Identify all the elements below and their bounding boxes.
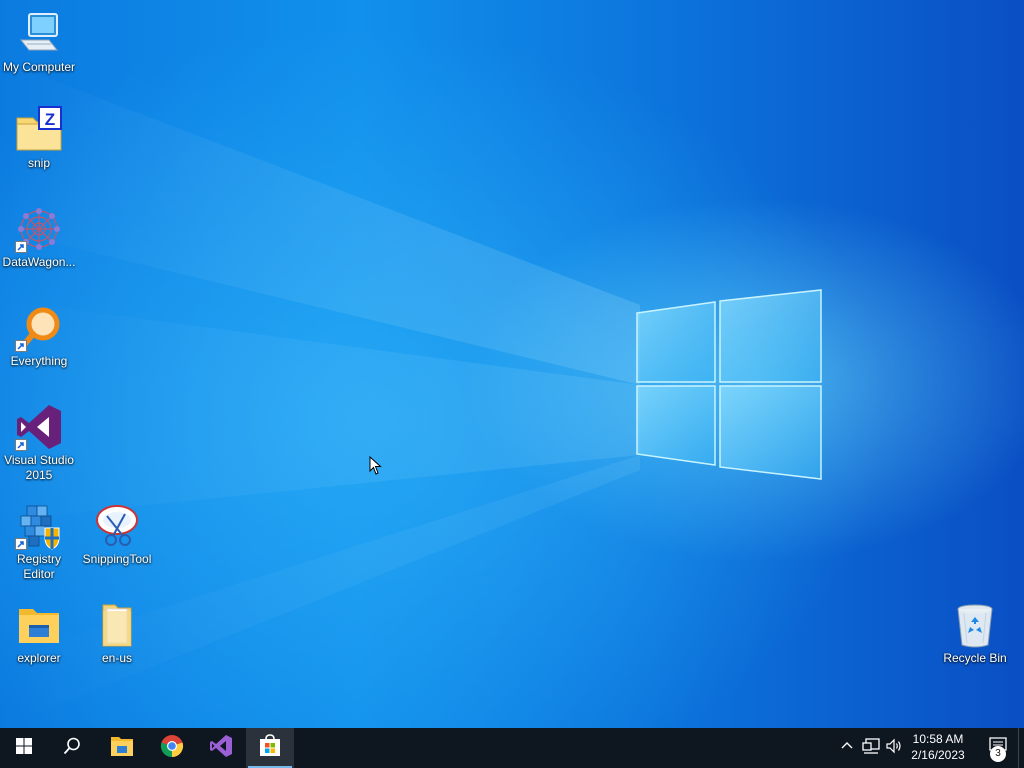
desktop-icon-label: explorer <box>17 651 61 665</box>
chrome-icon <box>160 734 184 763</box>
computer-icon <box>15 10 63 58</box>
snipping-tool-icon <box>93 502 141 550</box>
chevron-up-icon <box>840 739 854 758</box>
taskbar-file-explorer[interactable] <box>98 728 146 768</box>
svg-text:Z: Z <box>45 110 55 129</box>
registry-editor-icon <box>15 502 63 550</box>
taskbar-chrome[interactable] <box>148 728 196 768</box>
volume-tray-button[interactable] <box>885 738 903 759</box>
desktop[interactable]: My Computer Z snip DataWagon... Everythi… <box>0 0 1024 728</box>
desktop-icon-label: Visual Studio 2015 <box>4 453 74 482</box>
desktop-icon-registry-editor[interactable]: Registry Editor <box>0 502 78 582</box>
microsoft-store-icon <box>258 733 282 763</box>
folder-document-icon <box>93 601 141 649</box>
desktop-icon-label: Registry Editor <box>16 552 61 581</box>
clock-date: 2/16/2023 <box>911 748 965 762</box>
desktop-icon-snip[interactable]: Z snip <box>0 106 78 171</box>
desktop-icon-recycle-bin[interactable]: Recycle Bin <box>936 601 1014 666</box>
shortcut-arrow-icon <box>15 340 27 352</box>
visual-studio-icon <box>209 734 233 763</box>
mouse-cursor-icon <box>369 456 382 475</box>
datawagon-icon <box>15 205 63 253</box>
start-button[interactable] <box>0 728 48 768</box>
clock-time: 10:58 AM <box>912 732 964 746</box>
file-explorer-icon <box>15 601 63 649</box>
desktop-icon-label: SnippingTool <box>82 552 152 566</box>
shortcut-arrow-icon <box>15 439 27 451</box>
taskbar-microsoft-store[interactable] <box>246 728 294 768</box>
desktop-icon-datawagon[interactable]: DataWagon... <box>0 205 78 270</box>
everything-search-icon <box>15 304 63 352</box>
windows-logo <box>636 289 822 480</box>
notification-count-badge: 3 <box>990 746 1006 762</box>
desktop-icon-label: en-us <box>101 651 133 665</box>
taskbar: 10:58 AM 2/16/2023 <box>0 728 1024 768</box>
desktop-icon-label: DataWagon... <box>2 255 76 269</box>
windows-start-icon <box>16 737 32 759</box>
taskbar-visual-studio[interactable] <box>197 728 245 768</box>
desktop-icon-label: Everything <box>10 354 68 368</box>
recycle-bin-icon <box>951 601 999 649</box>
visual-studio-icon <box>15 403 63 451</box>
volume-icon <box>885 738 903 759</box>
search-button[interactable] <box>48 728 96 768</box>
desktop-icon-visual-studio-2015[interactable]: Visual Studio 2015 <box>0 403 78 483</box>
desktop-icon-label: My Computer <box>2 60 76 74</box>
desktop-icon-label: snip <box>27 156 50 170</box>
network-tray-button[interactable] <box>862 737 880 759</box>
desktop-icon-explorer[interactable]: explorer <box>0 601 78 666</box>
show-hidden-icons-button[interactable] <box>838 739 856 757</box>
desktop-icon-en-us[interactable]: en-us <box>78 601 156 666</box>
shortcut-arrow-icon <box>15 538 27 550</box>
desktop-icon-label: Recycle Bin <box>943 651 1007 665</box>
shortcut-arrow-icon <box>15 241 27 253</box>
clock-button[interactable]: 10:58 AM 2/16/2023 <box>902 731 974 765</box>
desktop-icon-everything[interactable]: Everything <box>0 304 78 369</box>
network-icon <box>862 737 880 759</box>
folder-z-icon: Z <box>15 106 63 154</box>
file-explorer-icon <box>110 735 134 762</box>
desktop-icon-snippingtool[interactable]: SnippingTool <box>78 502 156 567</box>
desktop-icon-my-computer[interactable]: My Computer <box>0 10 78 75</box>
search-icon <box>63 737 81 760</box>
show-desktop-button[interactable] <box>1018 728 1024 768</box>
